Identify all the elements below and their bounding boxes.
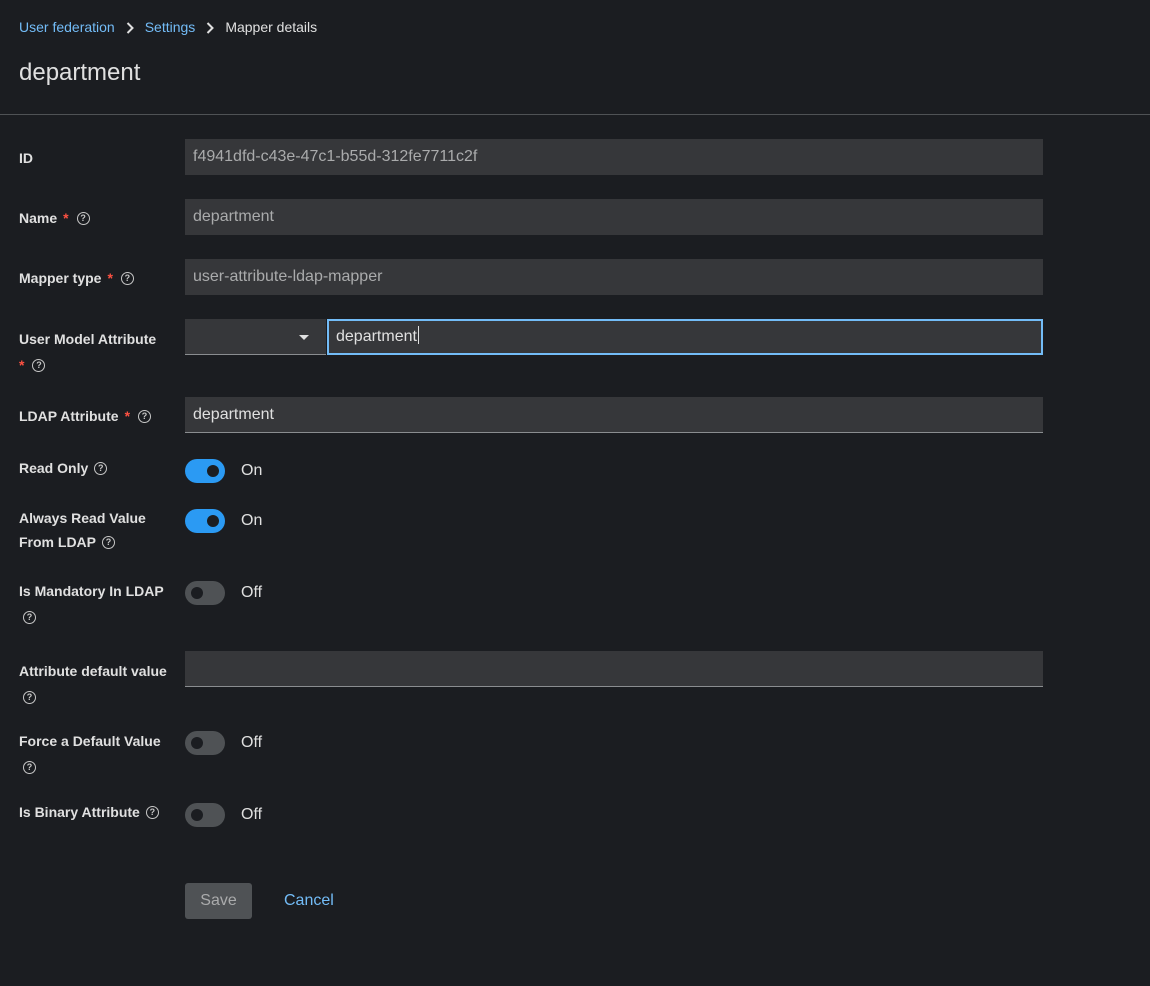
chevron-right-icon	[195, 18, 225, 36]
breadcrumb: User federation Settings Mapper details	[19, 18, 317, 36]
switch-knob	[191, 809, 203, 821]
is-binary-state: Off	[241, 806, 263, 823]
is-binary-switch[interactable]	[185, 803, 225, 827]
help-icon[interactable]: ?	[32, 358, 46, 372]
save-button[interactable]: Save	[185, 883, 252, 919]
breadcrumb-settings[interactable]: Settings	[145, 18, 196, 36]
breadcrumb-current: Mapper details	[225, 19, 318, 35]
help-icon[interactable]: ?	[120, 271, 134, 285]
id-field[interactable]: f4941dfd-c43e-47c1-b55d-312fe7711c2f	[185, 139, 1043, 175]
id-label-text: ID	[19, 150, 33, 166]
switch-knob	[191, 587, 203, 599]
force-default-label: Force a Default Value ?	[19, 728, 169, 780]
chevron-right-icon	[115, 18, 145, 36]
switch-knob	[207, 465, 219, 477]
help-icon[interactable]: ?	[94, 461, 108, 475]
required-marker: *	[107, 270, 113, 286]
mapper-type-label: Mapper type *?	[19, 266, 169, 290]
is-mandatory-state: Off	[241, 584, 263, 601]
required-marker: *	[19, 357, 25, 373]
user-model-attribute-select[interactable]	[185, 319, 326, 355]
required-marker: *	[124, 408, 131, 424]
user-model-attribute-value: department	[336, 328, 417, 345]
cancel-button[interactable]: Cancel	[272, 883, 346, 919]
read-only-switch[interactable]	[185, 459, 225, 483]
switch-knob	[207, 515, 219, 527]
mapper-type-field[interactable]: user-attribute-ldap-mapper	[185, 259, 1043, 295]
always-read-label-line1: Always Read Value	[19, 510, 146, 526]
always-read-label: Always Read Value From LDAP?	[19, 506, 169, 554]
always-read-switch[interactable]	[185, 509, 225, 533]
ldap-attribute-label: LDAP Attribute *?	[19, 404, 169, 428]
text-cursor	[417, 325, 419, 344]
caret-down-icon	[299, 335, 309, 340]
force-default-state: Off	[241, 734, 263, 751]
read-only-state: On	[241, 462, 263, 479]
breadcrumb-user-federation[interactable]: User federation	[19, 18, 115, 36]
switch-knob	[191, 737, 203, 749]
help-icon[interactable]: ?	[102, 535, 115, 549]
always-read-label-line2: From LDAP	[19, 534, 96, 550]
is-binary-label: Is Binary Attribute?	[19, 800, 169, 824]
ldap-attribute-label-text: LDAP Attribute	[19, 408, 119, 424]
help-icon[interactable]: ?	[23, 760, 36, 774]
help-icon[interactable]: ?	[145, 805, 159, 819]
is-mandatory-switch[interactable]	[185, 581, 225, 605]
always-read-state: On	[241, 512, 263, 529]
attribute-default-label-text: Attribute default value	[19, 663, 167, 679]
page-title: department	[19, 59, 141, 86]
mapper-type-label-text: Mapper type	[19, 270, 102, 286]
user-model-attribute-label: User Model Attribute *?	[19, 326, 169, 378]
force-default-label-text: Force a Default Value	[19, 733, 161, 749]
user-model-attribute-input[interactable]: department	[327, 319, 1043, 355]
ldap-attribute-field[interactable]: department	[185, 397, 1043, 433]
is-binary-label-text: Is Binary Attribute	[19, 804, 140, 820]
force-default-switch[interactable]	[185, 731, 225, 755]
attribute-default-label: Attribute default value ?	[19, 658, 179, 710]
name-label-text: Name	[19, 210, 58, 226]
name-label: Name *?	[19, 206, 169, 230]
attribute-default-field[interactable]	[185, 651, 1043, 687]
page-header: User federation Settings Mapper details …	[0, 0, 1150, 115]
name-field[interactable]: department	[185, 199, 1043, 235]
help-icon[interactable]: ?	[23, 690, 36, 704]
user-model-attribute-label-text: User Model Attribute	[19, 331, 157, 347]
required-marker: *	[63, 210, 69, 226]
read-only-label: Read Only?	[19, 456, 169, 480]
is-mandatory-label: Is Mandatory In LDAP ?	[19, 578, 169, 630]
id-label: ID	[19, 146, 169, 170]
help-icon[interactable]: ?	[76, 211, 90, 225]
read-only-label-text: Read Only	[19, 460, 89, 476]
help-icon[interactable]: ?	[23, 610, 36, 624]
help-icon[interactable]: ?	[138, 409, 152, 423]
is-mandatory-label-text: Is Mandatory In LDAP	[19, 583, 164, 599]
